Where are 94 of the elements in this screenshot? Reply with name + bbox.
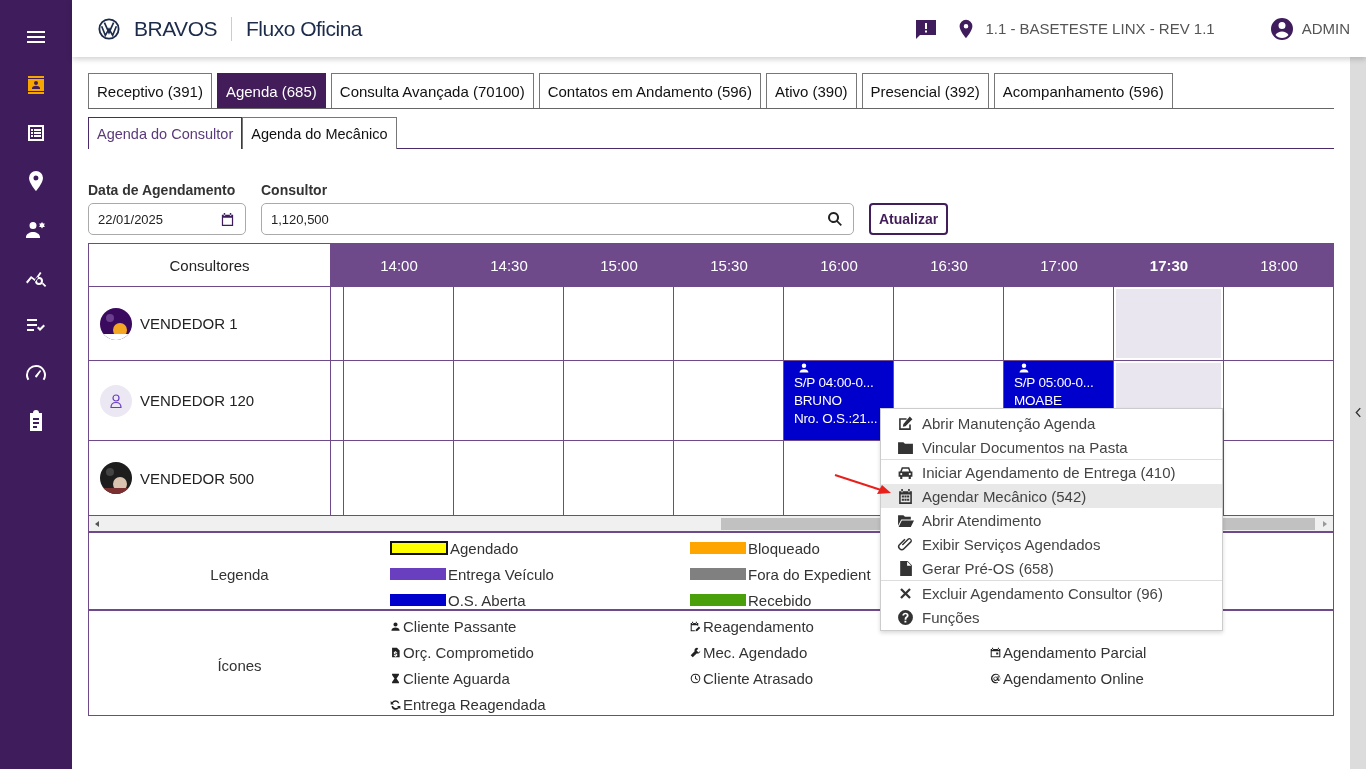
brand-name: BRAVOS	[134, 16, 217, 41]
time-slot[interactable]	[784, 286, 894, 360]
menu-item[interactable]: Abrir Atendimento	[881, 508, 1222, 532]
legend-label: Reagendamento	[703, 617, 814, 635]
appointment-text: S/P 05:00-0...	[1014, 374, 1094, 392]
calendar-edit-icon	[690, 620, 701, 632]
legend-title: Ícones	[217, 656, 262, 674]
time-header: 16:30	[894, 244, 1004, 286]
help-icon	[897, 608, 914, 626]
field-label: Data de Agendamento	[88, 182, 237, 198]
tab[interactable]: Agenda do Consultor	[88, 117, 243, 149]
time-header: 17:30	[1114, 244, 1224, 286]
legend-label: Bloqueado	[748, 539, 820, 557]
time-slot[interactable]	[454, 360, 564, 440]
legend-label: Agendado	[450, 539, 519, 557]
document-icon	[390, 646, 401, 658]
time-slot[interactable]	[564, 286, 674, 360]
legend-label: Cliente Passante	[403, 617, 517, 635]
person-icon	[1018, 362, 1030, 374]
scroll-left-icon[interactable]	[93, 519, 101, 528]
file-icon	[897, 559, 914, 577]
hourglass-icon	[390, 672, 401, 684]
location-label: 1.1 - BASETESTE LINX - REV 1.1	[985, 20, 1215, 37]
edit-icon	[897, 414, 914, 432]
paperclip-icon	[897, 535, 914, 553]
update-button[interactable]: Atualizar	[869, 203, 949, 235]
time-header: 15:30	[674, 244, 784, 286]
appointment-text: S/P 04:00-0...	[794, 374, 874, 392]
tab[interactable]: Receptivo (391)	[88, 73, 212, 108]
time-header: 14:30	[454, 244, 564, 286]
module-title: Fluxo Oficina	[245, 16, 362, 41]
appointment-text: BRUNO	[794, 392, 842, 410]
time-slot[interactable]	[344, 286, 454, 360]
legend-label: Cliente Aguarda	[403, 669, 510, 687]
chevron-left-icon[interactable]	[1354, 407, 1362, 418]
person-icon	[798, 362, 810, 374]
calendar-icon	[897, 487, 914, 505]
user-avatar-icon[interactable]	[1269, 16, 1294, 41]
time-slot[interactable]	[564, 360, 674, 440]
refresh-icon	[390, 698, 401, 710]
side-panel-handle[interactable]	[1350, 57, 1366, 769]
tab[interactable]: Agenda (685)	[216, 73, 326, 108]
time-slot[interactable]	[674, 286, 784, 360]
menu-item[interactable]: Gerar Pré-OS (658)	[881, 556, 1222, 580]
person-icon	[390, 620, 401, 632]
tab[interactable]: Acompanhamento (596)	[993, 73, 1173, 108]
calendar-icon	[990, 646, 1001, 658]
logo-icon	[98, 17, 120, 40]
time-slot[interactable]	[894, 286, 1004, 360]
consultant-name: VENDEDOR 1	[140, 315, 238, 332]
date-field[interactable]: 22/01/2025	[88, 203, 246, 235]
legend-label: Agendamento Parcial	[1003, 643, 1147, 661]
tab[interactable]: Ativo (390)	[765, 73, 857, 108]
legend-label: O.S. Aberta	[448, 591, 526, 609]
time-header: 14:00	[344, 244, 454, 286]
wrench-icon	[690, 646, 701, 658]
time-header: 18:00	[1224, 244, 1334, 286]
user-icon	[108, 392, 124, 409]
appointment-text: Nro. O.S.:21...	[794, 410, 878, 428]
user-name: ADMIN	[1301, 20, 1350, 37]
time-slot[interactable]	[344, 360, 454, 440]
tab[interactable]: Contatos em Andamento (596)	[538, 73, 761, 108]
legend-label: Fora do Expedient	[748, 565, 871, 583]
tab[interactable]: Agenda do Mecânico	[242, 117, 397, 149]
annotation-arrow	[833, 472, 893, 496]
consultant-field[interactable]: 1,120,500	[261, 203, 854, 235]
menu-item[interactable]: Excluir Agendamento Consultor (96)	[881, 580, 1222, 605]
legend-label: Recebido	[748, 591, 812, 609]
legend-label: Entrega Reagendada	[403, 695, 546, 713]
time-slot[interactable]	[454, 286, 564, 360]
legend-label: Orç. Comprometido	[403, 643, 534, 661]
time-header: 17:00	[1004, 244, 1114, 286]
legend-label: Mec. Agendado	[703, 643, 808, 661]
tab[interactable]: Presencial (392)	[861, 73, 989, 108]
at-sign-icon	[990, 672, 1001, 684]
menu-item[interactable]: Funções	[881, 605, 1222, 629]
search-icon[interactable]	[827, 211, 843, 227]
consultant-name: VENDEDOR 500	[140, 469, 255, 487]
legend-title: Legenda	[210, 565, 269, 583]
calendar-icon[interactable]	[220, 211, 235, 227]
legend-label: Agendamento Online	[1003, 669, 1144, 687]
menu-item[interactable]: Agendar Mecânico (542)	[881, 484, 1222, 508]
appointment-text: MOABE	[1014, 392, 1062, 410]
clock-icon	[690, 672, 701, 684]
field-label: Consultor	[261, 182, 329, 198]
legend-label: Cliente Atrasado	[703, 669, 814, 687]
time-header: 15:00	[564, 244, 674, 286]
time-header: 16:00	[784, 244, 894, 286]
legend-label: Entrega Veículo	[448, 565, 554, 583]
menu-item[interactable]: Exibir Serviços Agendados	[881, 532, 1222, 556]
time-slot[interactable]	[1004, 286, 1114, 360]
consultant-name: VENDEDOR 120	[140, 392, 255, 409]
tab[interactable]: Consulta Avançada (70100)	[330, 73, 534, 108]
appointment-block[interactable]: S/P 04:00-0... BRUNO Nro. O.S.:21...	[784, 361, 893, 440]
